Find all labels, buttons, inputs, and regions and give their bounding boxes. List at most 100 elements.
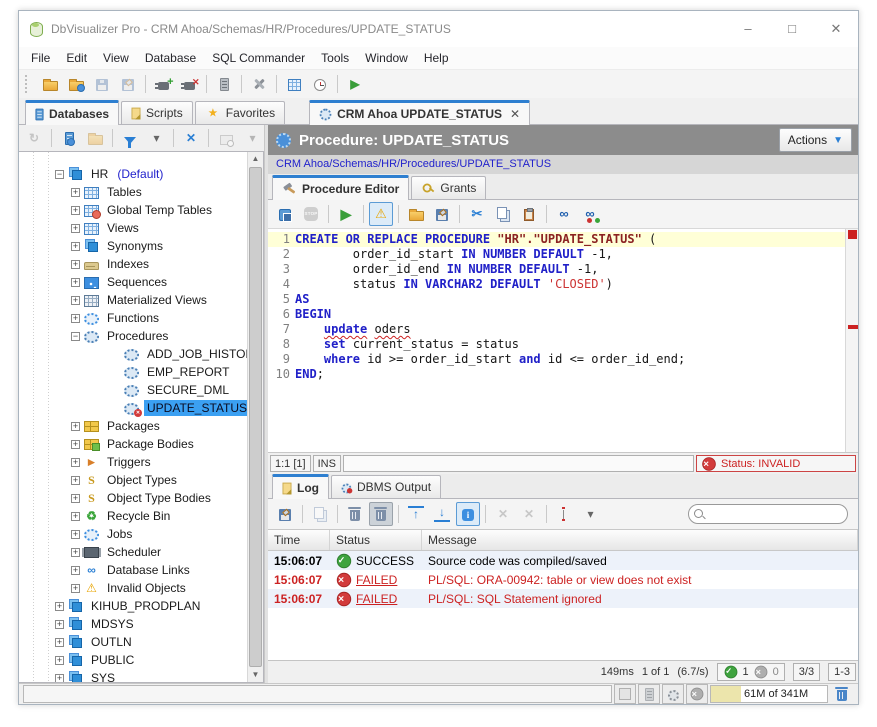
memory-indicator[interactable]: 61M of 341M: [710, 685, 828, 703]
menu-help[interactable]: Help: [416, 47, 457, 69]
close-button[interactable]: ✕: [814, 14, 858, 44]
save-button[interactable]: [90, 72, 114, 96]
add-connection-button[interactable]: [57, 126, 81, 150]
scrollbar-thumb[interactable]: [249, 167, 262, 667]
insert-mode[interactable]: INS: [313, 455, 341, 472]
menu-file[interactable]: File: [23, 47, 58, 69]
tree-item-sys[interactable]: +SYS: [19, 669, 247, 682]
add-folder-button[interactable]: [83, 126, 107, 150]
gc-button[interactable]: [830, 685, 854, 703]
menu-tools[interactable]: Tools: [313, 47, 357, 69]
expand-handle[interactable]: +: [71, 242, 80, 251]
layout-button[interactable]: [614, 684, 636, 704]
error-mark-top[interactable]: [848, 230, 857, 239]
folder-settings-button[interactable]: [64, 72, 88, 96]
menu-database[interactable]: Database: [137, 47, 204, 69]
tab-grants[interactable]: Grants: [411, 176, 486, 199]
tree-item-object-types[interactable]: +SObject Types: [19, 471, 247, 489]
expand-handle[interactable]: +: [55, 620, 64, 629]
menu-view[interactable]: View: [95, 47, 137, 69]
open-folder-button[interactable]: [38, 72, 62, 96]
collapse-handle[interactable]: −: [55, 170, 64, 179]
tree-item-secure-dml[interactable]: SECURE_DML: [19, 381, 247, 399]
row-separator-button[interactable]: [552, 502, 576, 526]
tree-item-sequences[interactable]: +Sequences: [19, 273, 247, 291]
clear-on-execute-button[interactable]: [369, 502, 393, 526]
tab-procedure-editor[interactable]: Procedure Editor: [272, 175, 409, 200]
code-line-5[interactable]: 5AS: [268, 292, 845, 307]
scroll-top-button[interactable]: ↑: [404, 502, 428, 526]
toolbar-grip[interactable]: [25, 75, 32, 93]
log-row[interactable]: 15:06:07✕FAILEDPL/SQL: SQL Statement ign…: [268, 589, 858, 608]
tree-item-functions[interactable]: +Functions: [19, 309, 247, 327]
tab-favorites[interactable]: ★Favorites: [195, 101, 285, 124]
run-bookmark-button[interactable]: ▶: [343, 72, 367, 96]
code-area[interactable]: 1CREATE OR REPLACE PROCEDURE "HR"."UPDAT…: [268, 229, 845, 452]
expand-handle[interactable]: +: [71, 548, 80, 557]
tree-item-invalid-objects[interactable]: +⚠Invalid Objects: [19, 579, 247, 597]
expand-handle[interactable]: +: [71, 566, 80, 575]
filter-button[interactable]: [118, 126, 142, 150]
menu-window[interactable]: Window: [357, 47, 416, 69]
caret-button[interactable]: ▾: [578, 502, 602, 526]
code-line-4[interactable]: 4 status IN VARCHAR2 DEFAULT 'CLOSED'): [268, 277, 845, 292]
find-replace-button[interactable]: ∞: [578, 202, 602, 226]
code-line-9[interactable]: 9 where id >= order_id_start and id <= o…: [268, 352, 845, 367]
expand-handle[interactable]: +: [71, 224, 80, 233]
tab-log[interactable]: Log: [272, 474, 329, 499]
document-tab[interactable]: CRM Ahoa UPDATE_STATUS ✕: [309, 100, 530, 125]
connect-button[interactable]: [151, 72, 175, 96]
code-line-2[interactable]: 2 order_id_start IN NUMBER DEFAULT -1,: [268, 247, 845, 262]
expand-handle[interactable]: +: [71, 440, 80, 449]
tree-item-scheduler[interactable]: +Scheduler: [19, 543, 247, 561]
expand-handle[interactable]: +: [71, 584, 80, 593]
scroll-bottom-button[interactable]: ↓: [430, 502, 454, 526]
expand-handle[interactable]: +: [71, 296, 80, 305]
expand-handle[interactable]: +: [55, 656, 64, 665]
log-search-field[interactable]: [688, 504, 848, 524]
expand-handle[interactable]: +: [55, 674, 64, 683]
error-mark-line7[interactable]: [848, 325, 858, 329]
stop-button[interactable]: STOP: [299, 202, 323, 226]
expand-handle[interactable]: +: [55, 638, 64, 647]
tree-item-mdsys[interactable]: +MDSYS: [19, 615, 247, 633]
tree-item-database-links[interactable]: +∞Database Links: [19, 561, 247, 579]
disconnect-button[interactable]: [177, 72, 201, 96]
tree-item-views[interactable]: +Views: [19, 219, 247, 237]
tree-item-indexes[interactable]: +Indexes: [19, 255, 247, 273]
collapse-handle[interactable]: −: [71, 332, 80, 341]
column-header-time[interactable]: Time: [268, 530, 330, 550]
tree-item-synonyms[interactable]: +Synonyms: [19, 237, 247, 255]
clock-button[interactable]: [308, 72, 332, 96]
log-row[interactable]: 15:06:07✕FAILEDPL/SQL: ORA-00942: table …: [268, 570, 858, 589]
expand-handle[interactable]: +: [71, 278, 80, 287]
code-line-1[interactable]: 1CREATE OR REPLACE PROCEDURE "HR"."UPDAT…: [268, 232, 845, 247]
tree-item-global-temp-tables[interactable]: +Global Temp Tables: [19, 201, 247, 219]
find-button[interactable]: ∞: [552, 202, 576, 226]
caret-button[interactable]: ▾: [240, 126, 264, 150]
log-row[interactable]: 15:06:07✓SUCCESSSource code was compiled…: [268, 551, 858, 570]
tree-item-materialized-views[interactable]: +Materialized Views: [19, 291, 247, 309]
collapse-all-button[interactable]: ✕: [179, 126, 203, 150]
tree-item-add-job-history[interactable]: ADD_JOB_HISTORY: [19, 345, 247, 363]
column-header-message[interactable]: Message: [422, 530, 858, 550]
tree-item-update-status[interactable]: UPDATE_STATUS: [19, 399, 247, 417]
tree-item-public[interactable]: +PUBLIC: [19, 651, 247, 669]
expand-handle[interactable]: +: [71, 458, 80, 467]
tree-item-hr[interactable]: −HR(Default): [19, 165, 247, 183]
code-line-3[interactable]: 3 order_id_end IN NUMBER DEFAULT -1,: [268, 262, 845, 277]
expand-handle[interactable]: +: [71, 260, 80, 269]
scroll-up-icon[interactable]: ▲: [252, 152, 260, 166]
expand-handle[interactable]: +: [71, 530, 80, 539]
expand-handle[interactable]: +: [71, 314, 80, 323]
compile-save-button[interactable]: [273, 202, 297, 226]
tree-item-outln[interactable]: +OUTLN: [19, 633, 247, 651]
tree-item-packages[interactable]: +Packages: [19, 417, 247, 435]
copy-button[interactable]: [491, 202, 515, 226]
tools-button[interactable]: [247, 72, 271, 96]
save-as-button[interactable]: [430, 202, 454, 226]
code-line-6[interactable]: 6BEGIN: [268, 307, 845, 322]
collapse-rows-button[interactable]: ✕: [517, 502, 541, 526]
execute-button[interactable]: ▶: [334, 202, 358, 226]
server-button[interactable]: [212, 72, 236, 96]
